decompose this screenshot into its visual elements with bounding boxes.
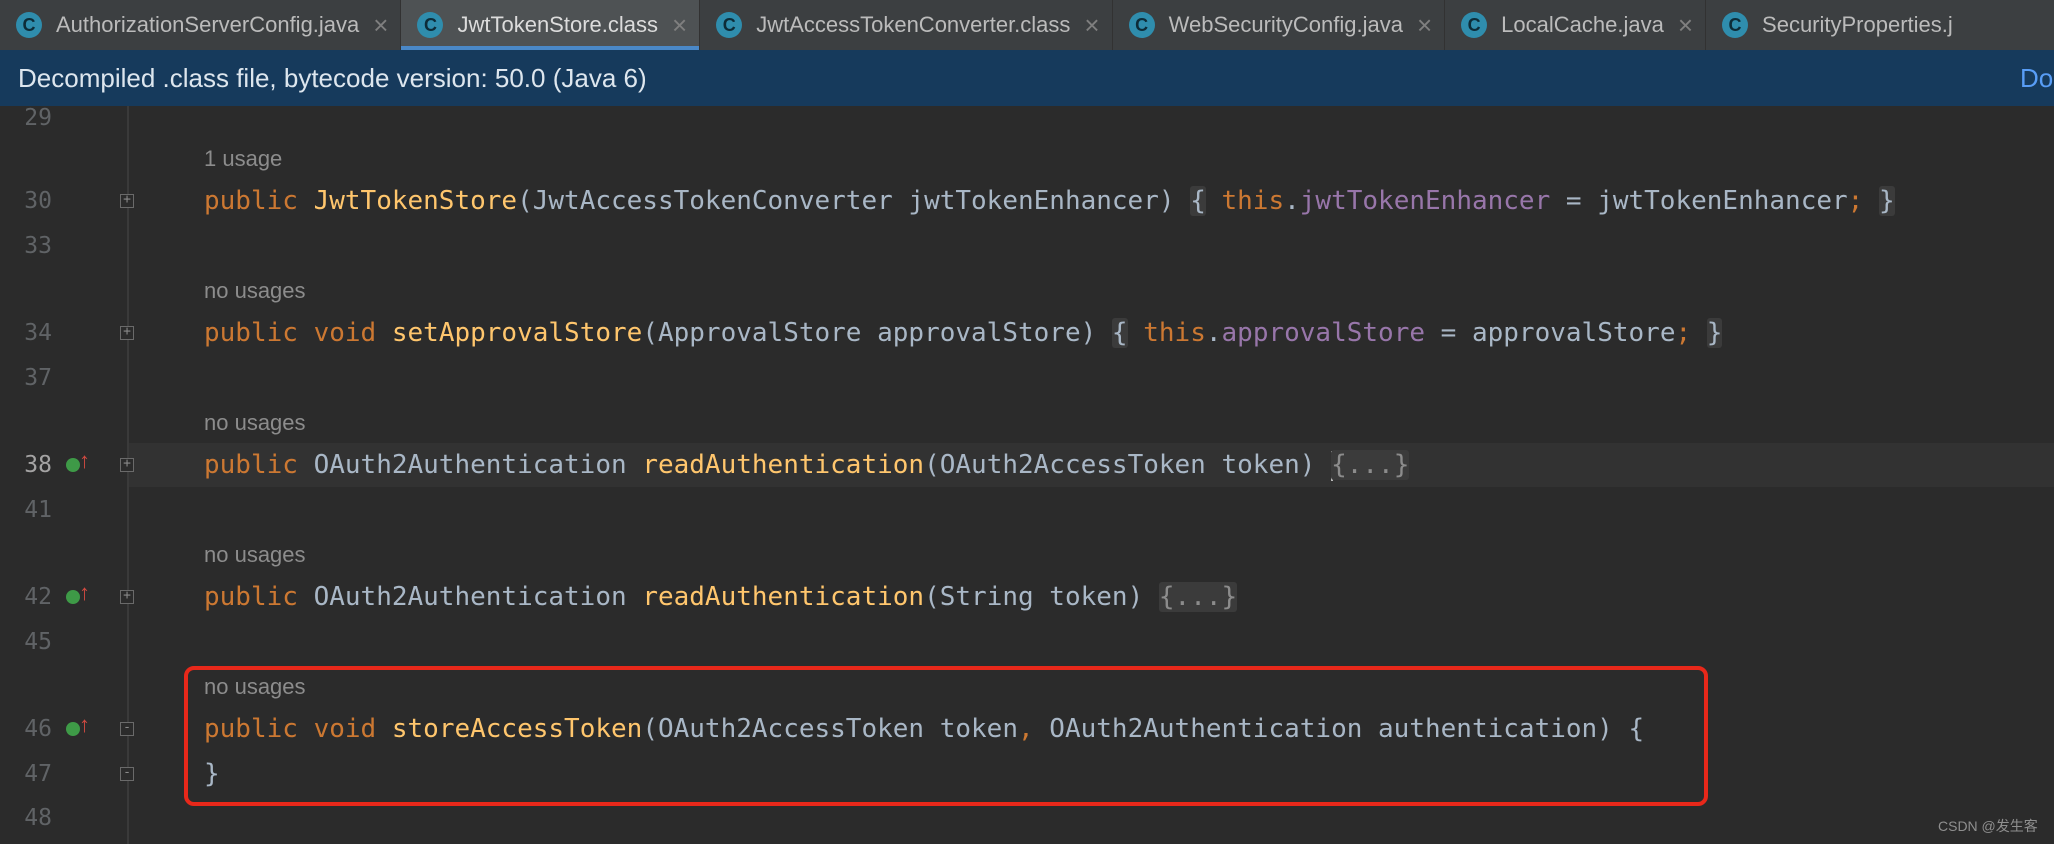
editor-tab-bar: C AuthorizationServerConfig.java × C Jwt… bbox=[0, 0, 2054, 51]
parameters: (String token) bbox=[924, 582, 1144, 612]
class-icon: C bbox=[716, 12, 743, 38]
tab-label: JwtAccessTokenConverter.class bbox=[756, 12, 1071, 37]
field-name: jwtTokenEnhancer bbox=[1299, 186, 1551, 216]
keyword: public bbox=[204, 318, 298, 348]
parameters: (ApprovalStore approvalStore) bbox=[642, 318, 1097, 348]
folded-body[interactable]: {...} bbox=[1158, 582, 1238, 612]
implements-method-icon[interactable] bbox=[66, 590, 80, 604]
line-number: 33 bbox=[24, 233, 52, 259]
implements-method-icon[interactable] bbox=[66, 722, 80, 736]
code-line-34[interactable]: public void setApprovalStore(ApprovalSto… bbox=[204, 313, 1723, 353]
line-number: 41 bbox=[24, 497, 52, 523]
red-annotation-box bbox=[184, 666, 1708, 806]
this-keyword: this bbox=[1221, 186, 1285, 216]
tab-label: SecurityProperties.j bbox=[1762, 12, 1953, 37]
usage-hint[interactable]: no usages bbox=[204, 406, 306, 440]
close-icon[interactable]: × bbox=[1678, 12, 1693, 38]
method-name: JwtTokenStore bbox=[313, 186, 518, 216]
return-type: OAuth2Authentication bbox=[313, 450, 627, 480]
code-line-30[interactable]: public JwtTokenStore(JwtAccessTokenConve… bbox=[204, 181, 1895, 221]
semicolon: ; bbox=[1675, 318, 1692, 348]
line-number: 46 bbox=[24, 716, 52, 742]
field-name: approvalStore bbox=[1221, 318, 1426, 348]
class-icon: C bbox=[1461, 12, 1488, 38]
close-icon[interactable]: × bbox=[373, 12, 388, 38]
line-number: 37 bbox=[24, 365, 52, 391]
fold-end-icon[interactable]: - bbox=[120, 766, 134, 781]
folded-brace-close[interactable]: } bbox=[1878, 186, 1895, 216]
class-icon: C bbox=[16, 12, 42, 38]
tab-authorization-server-config[interactable]: C AuthorizationServerConfig.java × bbox=[0, 0, 402, 50]
tab-jwt-access-token-converter[interactable]: C JwtAccessTokenConverter.class × bbox=[700, 0, 1113, 50]
code-editor[interactable]: 29 30 33 34 37 38 41 42 45 46 47 48 ↑ ↑ … bbox=[0, 106, 2054, 844]
parameters: (JwtAccessTokenConverter jwtTokenEnhance… bbox=[517, 186, 1175, 216]
close-icon[interactable]: × bbox=[1084, 12, 1099, 38]
implements-method-icon[interactable] bbox=[66, 458, 80, 472]
folded-body[interactable]: {...} bbox=[1331, 450, 1410, 480]
folded-brace-open[interactable]: { bbox=[1190, 186, 1206, 216]
method-name: setApprovalStore bbox=[391, 318, 643, 348]
this-keyword: this bbox=[1143, 318, 1206, 348]
folded-brace-close[interactable]: } bbox=[1706, 318, 1723, 348]
tab-web-security-config[interactable]: C WebSecurityConfig.java × bbox=[1113, 0, 1446, 50]
usage-hint[interactable]: 1 usage bbox=[204, 142, 282, 176]
method-name: readAuthentication bbox=[642, 582, 925, 612]
keyword: public bbox=[204, 450, 298, 480]
fold-expand-icon[interactable]: + bbox=[120, 589, 134, 604]
line-number: 48 bbox=[24, 805, 52, 831]
return-type: OAuth2Authentication bbox=[313, 582, 627, 612]
keyword: public bbox=[204, 186, 298, 216]
close-icon[interactable]: × bbox=[1417, 12, 1432, 38]
watermark: CSDN @发生客 bbox=[1938, 818, 2038, 834]
override-arrow-icon[interactable]: ↑ bbox=[79, 714, 90, 736]
line-number: 45 bbox=[24, 629, 52, 655]
fold-expand-icon[interactable]: + bbox=[120, 325, 134, 340]
fold-collapse-icon[interactable]: - bbox=[120, 721, 134, 736]
tab-jwt-token-store[interactable]: C JwtTokenStore.class × bbox=[401, 0, 701, 50]
class-icon: C bbox=[1128, 12, 1155, 38]
code-line-38[interactable]: public OAuth2Authentication readAuthenti… bbox=[204, 445, 1410, 485]
line-number: 30 bbox=[24, 188, 52, 214]
tab-label: JwtTokenStore.class bbox=[457, 12, 658, 37]
assignment: = jwtTokenEnhancer bbox=[1550, 186, 1848, 216]
line-number: 34 bbox=[24, 320, 52, 346]
method-name: readAuthentication bbox=[642, 450, 925, 480]
override-arrow-icon[interactable]: ↑ bbox=[79, 450, 90, 472]
class-icon: C bbox=[417, 12, 444, 38]
close-icon[interactable]: × bbox=[672, 12, 687, 38]
line-number: 47 bbox=[24, 761, 52, 787]
code-line-42[interactable]: public OAuth2Authentication readAuthenti… bbox=[204, 577, 1238, 617]
usage-hint[interactable]: no usages bbox=[204, 274, 306, 308]
tab-label: WebSecurityConfig.java bbox=[1168, 12, 1403, 37]
banner-link[interactable]: Do bbox=[2020, 50, 2053, 106]
folded-brace-open[interactable]: { bbox=[1111, 318, 1128, 348]
override-arrow-icon[interactable]: ↑ bbox=[79, 582, 90, 604]
tab-security-properties[interactable]: C SecurityProperties.j bbox=[1706, 0, 1965, 50]
tab-local-cache[interactable]: C LocalCache.java × bbox=[1445, 0, 1707, 50]
line-number: 42 bbox=[24, 584, 52, 610]
decompiled-notice-banner: Decompiled .class file, bytecode version… bbox=[0, 50, 2054, 106]
keyword: void bbox=[313, 318, 377, 348]
line-number: 38 bbox=[24, 452, 52, 478]
class-icon: C bbox=[1722, 12, 1749, 38]
fold-expand-icon[interactable]: + bbox=[120, 193, 134, 208]
semicolon: ; bbox=[1847, 186, 1864, 216]
assignment: = approvalStore bbox=[1425, 318, 1676, 348]
fold-expand-icon[interactable]: + bbox=[120, 457, 134, 472]
tab-label: LocalCache.java bbox=[1501, 12, 1664, 37]
banner-text: Decompiled .class file, bytecode version… bbox=[18, 62, 647, 93]
dot: . bbox=[1205, 318, 1222, 348]
tab-label: AuthorizationServerConfig.java bbox=[56, 12, 360, 37]
dot: . bbox=[1284, 186, 1300, 216]
line-number: 29 bbox=[24, 106, 52, 131]
parameters: (OAuth2AccessToken token) bbox=[924, 450, 1316, 480]
keyword: public bbox=[204, 582, 298, 612]
usage-hint[interactable]: no usages bbox=[204, 538, 306, 572]
